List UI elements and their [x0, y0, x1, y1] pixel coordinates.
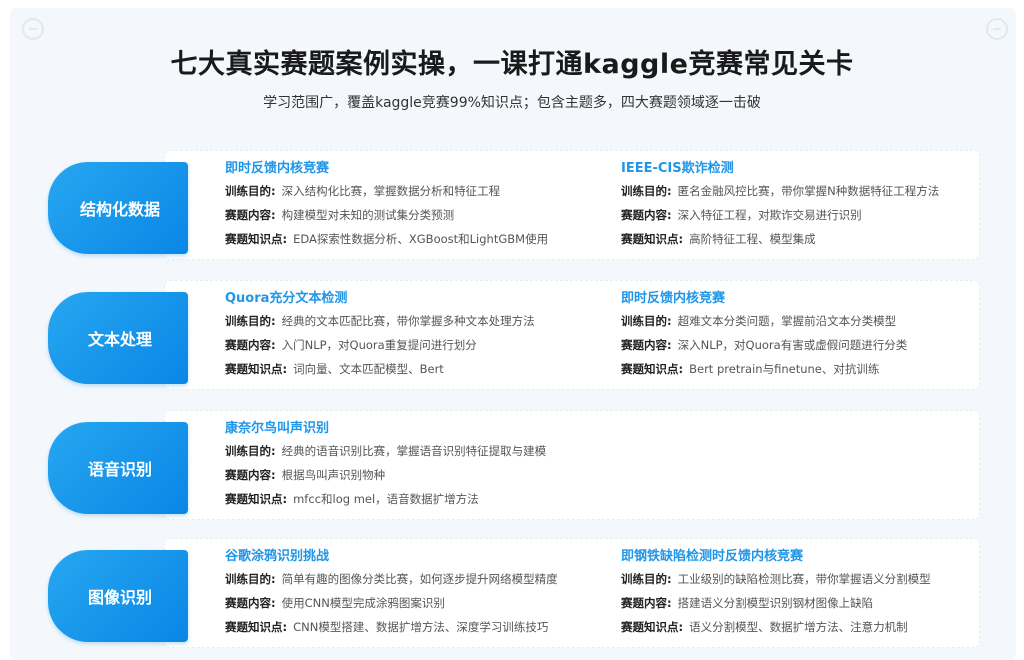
knowledge-value: EDA探索性数据分析、XGBoost和LightGBM使用 — [293, 232, 549, 246]
goal-value: 工业级别的缺陷检测比赛，带你掌握语义分割模型 — [677, 572, 931, 586]
section-image-recognition: 谷歌涂鸦识别挑战 训练目的: 简单有趣的图像分类比赛，如何逐步提升网络模型精度 赛… — [46, 538, 982, 648]
case-block: 康奈尔鸟叫声识别 训练目的: 经典的语音识别比赛，掌握语音识别特征提取与建模 赛题… — [225, 419, 546, 511]
page-title: 七大真实赛题案例实操，一课打通kaggle竞赛常见关卡 — [170, 49, 854, 80]
section-label: 结构化数据 — [79, 200, 160, 219]
goal-value: 经典的文本匹配比赛，带你掌握多种文本处理方法 — [281, 314, 535, 328]
goal-value: 匿名金融风控比赛，带你掌握N种数据特征工程方法 — [677, 184, 940, 198]
goal-row: 训练目的: 经典的文本匹配比赛，带你掌握多种文本处理方法 — [225, 309, 535, 333]
knowledge-value: 词向量、文本匹配模型、Bert — [293, 362, 444, 376]
section-label: 文本处理 — [87, 330, 152, 349]
knowledge-row: 赛题知识点: Bert pretrain与finetune、对抗训练 — [621, 357, 907, 381]
section-label-tab: 图像识别 — [48, 550, 188, 642]
case-title: 谷歌涂鸦识别挑战 — [225, 549, 330, 564]
knowledge-value: CNN模型搭建、数据扩增方法、深度学习训练技巧 — [293, 620, 549, 634]
knowledge-row: 赛题知识点: 词向量、文本匹配模型、Bert — [225, 357, 535, 381]
goal-value: 超难文本分类问题，掌握前沿文本分类模型 — [677, 314, 897, 328]
page-subtitle: 学习范围广，覆盖kaggle竞赛99%知识点；包含主题多，四大赛题领域逐一击破 — [263, 95, 761, 111]
content-value: 搭建语义分割模型识别钢材图像上缺陷 — [677, 596, 874, 610]
goal-label: 训练目的: — [621, 314, 672, 328]
knowledge-label: 赛题知识点: — [225, 492, 288, 506]
knowledge-row: 赛题知识点: 高阶特征工程、模型集成 — [621, 227, 939, 251]
knowledge-label: 赛题知识点: — [621, 362, 684, 376]
goal-row: 训练目的: 简单有趣的图像分类比赛，如何逐步提升网络模型精度 — [225, 567, 558, 591]
section-card: 康奈尔鸟叫声识别 训练目的: 经典的语音识别比赛，掌握语音识别特征提取与建模 赛题… — [164, 410, 980, 520]
content-label: 赛题内容: — [225, 596, 276, 610]
content-row: 赛题内容: 构建模型对未知的测试集分类预测 — [225, 203, 548, 227]
content-row: 赛题内容: 搭建语义分割模型识别钢材图像上缺陷 — [621, 591, 931, 615]
content-label: 赛题内容: — [621, 596, 672, 610]
content-label: 赛题内容: — [621, 338, 672, 352]
goal-row: 训练目的: 超难文本分类问题，掌握前沿文本分类模型 — [621, 309, 907, 333]
knowledge-value: mfcc和log mel，语音数据扩增方法 — [293, 492, 479, 506]
knowledge-row: 赛题知识点: mfcc和log mel，语音数据扩增方法 — [225, 487, 546, 511]
knowledge-label: 赛题知识点: — [225, 232, 288, 246]
content-value: 根据鸟叫声识别物种 — [281, 468, 386, 482]
knowledge-value: 语义分割模型、数据扩增方法、注意力机制 — [689, 620, 908, 634]
case-block: 即时反馈内核竞赛 训练目的: 深入结构化比赛，掌握数据分析和特征工程 赛题内容: 构… — [225, 159, 548, 251]
goal-row: 训练目的: 工业级别的缺陷检测比赛，带你掌握语义分割模型 — [621, 567, 931, 591]
knowledge-row: 赛题知识点: CNN模型搭建、数据扩增方法、深度学习训练技巧 — [225, 615, 558, 639]
section-card: Quora充分文本检测 训练目的: 经典的文本匹配比赛，带你掌握多种文本处理方法 … — [164, 280, 980, 390]
knowledge-row: 赛题知识点: EDA探索性数据分析、XGBoost和LightGBM使用 — [225, 227, 548, 251]
case-title: IEEE-CIS欺诈检测 — [621, 161, 734, 176]
section-label: 图像识别 — [87, 588, 152, 607]
content-row: 赛题内容: 深入特征工程，对欺诈交易进行识别 — [621, 203, 939, 227]
case-title: 即时反馈内核竞赛 — [225, 161, 330, 176]
case-block: 即时反馈内核竞赛 训练目的: 超难文本分类问题，掌握前沿文本分类模型 赛题内容: 深… — [621, 289, 907, 381]
goal-row: 训练目的: 经典的语音识别比赛，掌握语音识别特征提取与建模 — [225, 439, 546, 463]
knowledge-value: Bert pretrain与finetune、对抗训练 — [689, 362, 880, 376]
case-title: 康奈尔鸟叫声识别 — [225, 421, 330, 436]
content-label: 赛题内容: — [621, 208, 672, 222]
goal-label: 训练目的: — [225, 572, 276, 586]
content-value: 使用CNN模型完成涂鸦图案识别 — [281, 596, 445, 610]
section-card: 谷歌涂鸦识别挑战 训练目的: 简单有趣的图像分类比赛，如何逐步提升网络模型精度 赛… — [164, 538, 980, 648]
case-block: IEEE-CIS欺诈检测 训练目的: 匿名金融风控比赛，带你掌握N种数据特征工程方… — [621, 159, 939, 251]
content-row: 赛题内容: 根据鸟叫声识别物种 — [225, 463, 546, 487]
goal-row: 训练目的: 匿名金融风控比赛，带你掌握N种数据特征工程方法 — [621, 179, 939, 203]
content-value: 深入特征工程，对欺诈交易进行识别 — [677, 208, 862, 222]
goal-label: 训练目的: — [621, 184, 672, 198]
section-label-tab: 结构化数据 — [48, 162, 188, 254]
knowledge-row: 赛题知识点: 语义分割模型、数据扩增方法、注意力机制 — [621, 615, 931, 639]
goal-value: 经典的语音识别比赛，掌握语音识别特征提取与建模 — [281, 444, 547, 458]
goal-label: 训练目的: — [621, 572, 672, 586]
goal-label: 训练目的: — [225, 444, 276, 458]
case-title: 即时反馈内核竞赛 — [621, 291, 726, 306]
section-card: 即时反馈内核竞赛 训练目的: 深入结构化比赛，掌握数据分析和特征工程 赛题内容: 构… — [164, 150, 980, 260]
content-label: 赛题内容: — [225, 338, 276, 352]
case-block: 谷歌涂鸦识别挑战 训练目的: 简单有趣的图像分类比赛，如何逐步提升网络模型精度 赛… — [225, 547, 558, 639]
minus-circle-icon — [22, 18, 44, 40]
content-label: 赛题内容: — [225, 208, 276, 222]
knowledge-label: 赛题知识点: — [225, 362, 288, 376]
section-text-processing: Quora充分文本检测 训练目的: 经典的文本匹配比赛，带你掌握多种文本处理方法 … — [46, 280, 982, 390]
case-title: Quora充分文本检测 — [225, 291, 348, 306]
case-title: 即钢铁缺陷检测时反馈内核竞赛 — [621, 549, 804, 564]
content-row: 赛题内容: 入门NLP，对Quora重复提问进行划分 — [225, 333, 535, 357]
section-speech-recognition: 康奈尔鸟叫声识别 训练目的: 经典的语音识别比赛，掌握语音识别特征提取与建模 赛题… — [46, 410, 982, 520]
goal-value: 简单有趣的图像分类比赛，如何逐步提升网络模型精度 — [281, 572, 558, 586]
content-value: 构建模型对未知的测试集分类预测 — [281, 208, 455, 222]
knowledge-value: 高阶特征工程、模型集成 — [689, 232, 816, 246]
content-row: 赛题内容: 使用CNN模型完成涂鸦图案识别 — [225, 591, 558, 615]
case-block: Quora充分文本检测 训练目的: 经典的文本匹配比赛，带你掌握多种文本处理方法 … — [225, 289, 535, 381]
section-structured-data: 即时反馈内核竞赛 训练目的: 深入结构化比赛，掌握数据分析和特征工程 赛题内容: 构… — [46, 150, 982, 260]
content-label: 赛题内容: — [225, 468, 276, 482]
section-label-tab: 语音识别 — [48, 422, 188, 514]
goal-label: 训练目的: — [225, 184, 276, 198]
goal-value: 深入结构化比赛，掌握数据分析和特征工程 — [281, 184, 501, 198]
section-label-tab: 文本处理 — [48, 292, 188, 384]
content-row: 赛题内容: 深入NLP，对Quora有害或虚假问题进行分类 — [621, 333, 907, 357]
knowledge-label: 赛题知识点: — [621, 620, 684, 634]
content-value: 深入NLP，对Quora有害或虚假问题进行分类 — [677, 338, 908, 352]
knowledge-label: 赛题知识点: — [621, 232, 684, 246]
content-value: 入门NLP，对Quora重复提问进行划分 — [281, 338, 477, 352]
knowledge-label: 赛题知识点: — [225, 620, 288, 634]
goal-row: 训练目的: 深入结构化比赛，掌握数据分析和特征工程 — [225, 179, 548, 203]
minus-circle-icon — [986, 18, 1008, 40]
section-label: 语音识别 — [87, 460, 152, 479]
case-block: 即钢铁缺陷检测时反馈内核竞赛 训练目的: 工业级别的缺陷检测比赛，带你掌握语义分割… — [621, 547, 931, 639]
goal-label: 训练目的: — [225, 314, 276, 328]
